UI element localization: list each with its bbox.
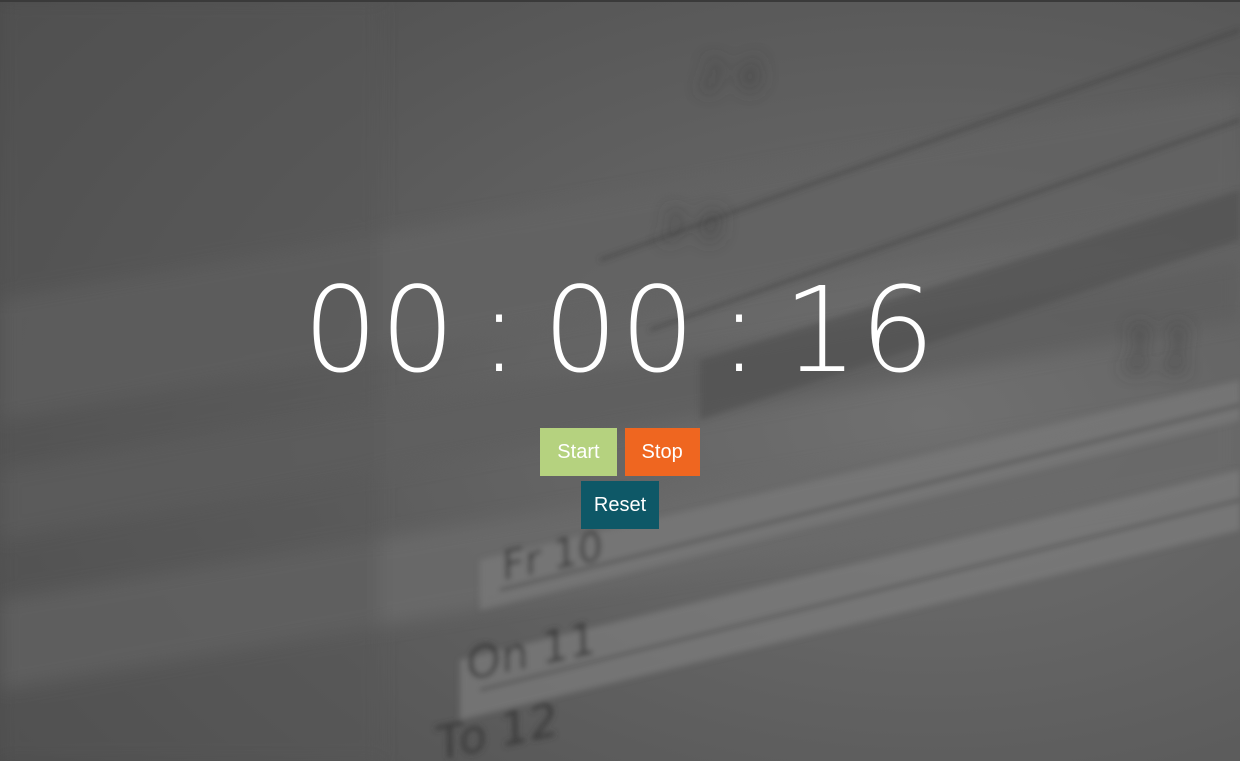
stopwatch-controls: Start Stop Reset — [0, 428, 1240, 534]
reset-button[interactable]: Reset — [580, 481, 660, 529]
stopwatch-display: 00:00:16 — [0, 265, 1240, 395]
controls-row-secondary: Reset — [0, 481, 1240, 529]
controls-row-primary: Start Stop — [0, 428, 1240, 476]
minutes-value: 00 — [542, 261, 698, 399]
svg-text:3 8: 3 8 — [660, 204, 724, 250]
time-separator: : — [719, 261, 761, 399]
seconds-value: 16 — [782, 261, 937, 399]
svg-text:2 6: 2 6 — [700, 54, 764, 100]
time-separator: : — [479, 261, 521, 399]
stop-button[interactable]: Stop — [624, 428, 700, 476]
hours-value: 00 — [303, 261, 458, 399]
start-button[interactable]: Start — [540, 428, 617, 476]
